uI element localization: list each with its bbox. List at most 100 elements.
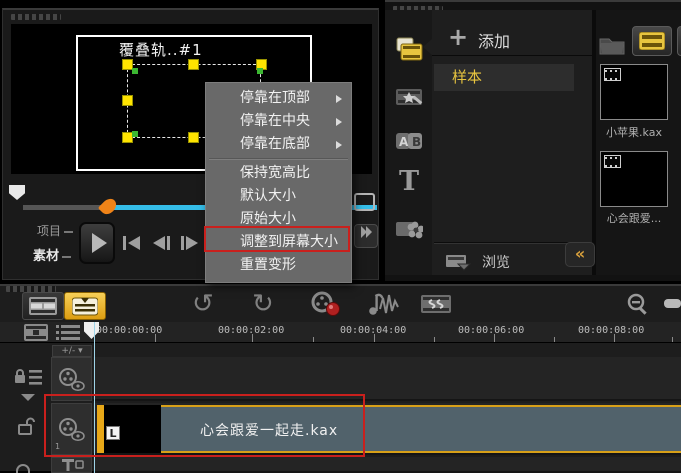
thumbnail-label: 小苹果.kax [606, 126, 662, 139]
video-track-header[interactable] [51, 357, 92, 401]
record-capture-icon [311, 291, 340, 316]
video-track-lane[interactable] [93, 357, 681, 401]
browse-button[interactable] [446, 253, 472, 275]
clip-trim-edge[interactable] [97, 405, 104, 453]
list-view-button[interactable] [677, 26, 681, 56]
trim-marker[interactable] [9, 185, 25, 200]
timeline-zoom-slider-handle[interactable] [664, 299, 681, 308]
title-icon: T [398, 165, 420, 197]
title-track-icon [61, 459, 84, 471]
ride-all-tracks-button[interactable] [14, 368, 44, 389]
timeline-view-icon [72, 297, 98, 316]
instant-project-button[interactable] [420, 292, 454, 320]
tab-transition[interactable] [394, 82, 424, 112]
play-button[interactable] [79, 222, 115, 264]
next-frame-button[interactable] [178, 230, 202, 256]
track-lock-button[interactable] [17, 416, 35, 439]
library-thumbnails-area: 小苹果.kax 心会跟爱... [596, 10, 681, 275]
menu-item-label: 默认大小 [240, 188, 296, 204]
library-panel: A B T + 添加 样本 浏览 小苹果.kax 心会跟爱... « [385, 0, 681, 281]
add-gallery-button[interactable]: + 添加 [432, 20, 592, 56]
library-thumbnail[interactable] [600, 64, 668, 120]
home-button[interactable] [120, 230, 144, 256]
resize-handle-bottom-mid[interactable] [188, 132, 199, 143]
sound-mixer-button[interactable] [366, 291, 400, 321]
mode-dash [62, 255, 72, 258]
enlarge-preview-icon[interactable] [354, 193, 375, 211]
gallery-item-sample[interactable]: 样本 [434, 64, 574, 91]
menu-item-label: 原始大小 [240, 211, 296, 227]
previous-frame-button[interactable] [150, 230, 174, 256]
library-thumbnail[interactable] [600, 151, 668, 207]
tab-title[interactable]: T [394, 165, 424, 197]
menu-item-fit-to-screen[interactable]: 调整到屏幕大小 [206, 231, 351, 254]
clip-flag-icon: L [106, 426, 120, 440]
tab-media[interactable] [394, 34, 424, 64]
zoom-out-button[interactable] [626, 293, 650, 321]
timeline-view-button[interactable] [64, 292, 106, 320]
panel-grip-dots[interactable] [11, 14, 61, 20]
video-track-icon [59, 367, 85, 391]
mode-dash [64, 230, 74, 233]
add-gallery-label: 添加 [478, 32, 511, 51]
plus-icon: + [448, 23, 469, 51]
menu-item-dock-top[interactable]: 停靠在顶部 [206, 87, 351, 110]
track-lock-partial-icon[interactable] [16, 464, 30, 473]
chapter-list-button[interactable] [56, 324, 80, 345]
open-folder-button[interactable] [598, 32, 626, 60]
menu-item-label: 重置变形 [240, 257, 296, 273]
expand-tracks-icon[interactable] [21, 394, 35, 401]
clip-mode-label: 素材 [33, 249, 60, 264]
thumbnail-label: 心会跟爱... [606, 212, 662, 225]
timeline-clip[interactable]: 心会跟爱一起走.kax [161, 405, 681, 453]
tab-graphics[interactable] [394, 214, 424, 244]
undo-button[interactable]: ↺ [192, 291, 214, 317]
storyboard-view-button[interactable] [22, 292, 64, 320]
menu-item-default-size[interactable]: 默认大小 [206, 185, 351, 208]
redo-button[interactable]: ↻ [252, 289, 274, 319]
project-mode-button[interactable]: 项目 [37, 222, 74, 239]
library-gallery-list: + 添加 样本 浏览 [432, 10, 592, 275]
ab-transition-icon: A B [396, 133, 422, 149]
distort-handle-icon[interactable] [132, 68, 138, 74]
split-clip-button[interactable] [354, 224, 378, 248]
menu-item-keep-aspect-ratio[interactable]: 保持宽高比 [206, 162, 351, 185]
record-capture-button[interactable] [310, 291, 342, 321]
overlay-track-number: 1 [55, 442, 61, 451]
resize-handle-top-mid[interactable] [188, 59, 199, 70]
home-icon [123, 236, 140, 250]
timeline-ruler[interactable]: 00:00:00:00 00:00:02:00 00:00:04:00 00:0… [0, 322, 681, 343]
media-icon [396, 37, 423, 61]
clip-mode-button[interactable]: 素材 [33, 245, 72, 264]
menu-item-label: 停靠在中央 [240, 113, 310, 129]
video-clip-badge-icon [604, 155, 621, 168]
project-mode-label: 项目 [37, 224, 62, 238]
timeline-panel: ↺ ↻ 00:00:00:00 00:00:02:00 00:00:04:00 … [0, 284, 681, 473]
menu-item-label: 调整到屏幕大小 [240, 234, 338, 250]
menu-item-dock-center[interactable]: 停靠在中央 [206, 110, 351, 133]
ruler-timestamp: 00:00:08:00 [578, 325, 645, 336]
distort-handle-icon[interactable] [132, 131, 138, 137]
add-remove-track-button[interactable]: +/- ▾ [52, 345, 92, 357]
menu-item-dock-bottom[interactable]: 停靠在底部 [206, 133, 351, 156]
previous-frame-icon [153, 236, 170, 250]
tab-ab-transition[interactable]: A B [394, 126, 424, 156]
menu-item-original-size[interactable]: 原始大小 [206, 208, 351, 231]
thumbnail-view-button[interactable] [632, 26, 672, 56]
redo-icon: ↻ [252, 289, 274, 319]
instant-project-icon [421, 295, 451, 313]
menu-separator [209, 158, 348, 160]
video-clip-badge-icon [604, 68, 621, 81]
browse-icon [446, 255, 472, 271]
resize-handle-mid-left[interactable] [122, 95, 133, 106]
timeline-playhead[interactable] [84, 322, 99, 339]
svg-text:B: B [412, 135, 421, 149]
lock-list-icon [15, 369, 42, 385]
track-manager-button[interactable] [24, 324, 48, 345]
collapse-panel-button[interactable]: « [565, 242, 595, 267]
menu-item-reset-distortion[interactable]: 重置变形 [206, 254, 351, 277]
playhead-line[interactable] [94, 322, 95, 473]
distort-handle-icon[interactable] [257, 68, 263, 74]
overlay-track-header[interactable]: 1 [51, 403, 92, 455]
playhead-marker[interactable] [97, 195, 120, 218]
